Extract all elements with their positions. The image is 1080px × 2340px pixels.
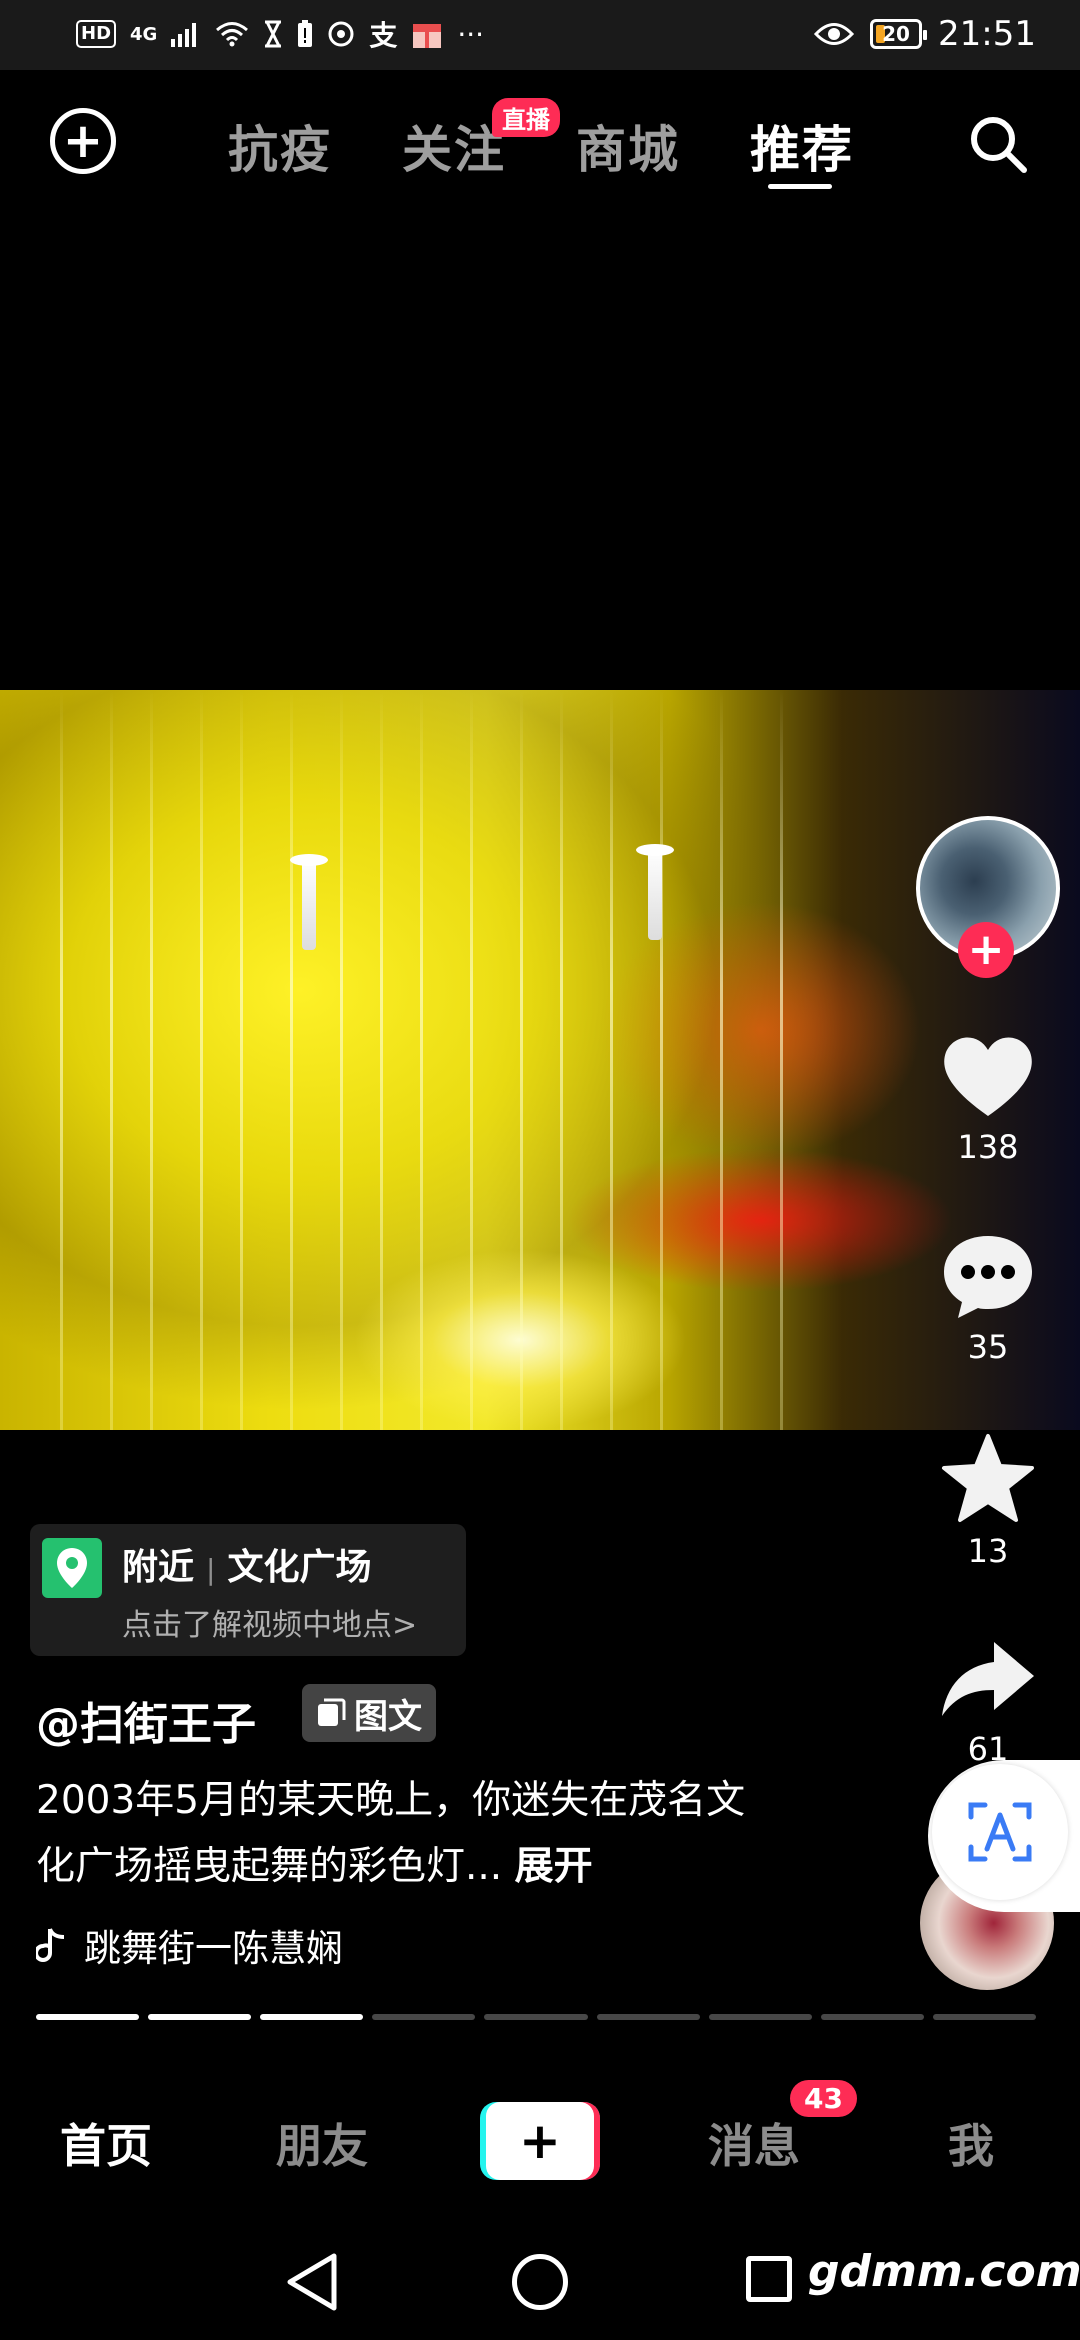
battery-alert-icon [298,20,313,47]
plus-icon: + [519,2112,561,2170]
tab-friends[interactable]: 朋友 [276,2110,368,2176]
comment-count: 35 [967,1328,1009,1366]
bottom-tab-bar: 首页 朋友 + 消息 43 我 [0,2080,1080,2200]
music-info[interactable]: 跳舞街一陈慧娴 [36,1918,343,1972]
tab-messages[interactable]: 消息 [708,2110,800,2176]
caption-text: 2003年5月的某天晚上，你迷失在茂名文化广场摇曳起舞的彩色灯... [36,1778,746,1889]
share-arrow-icon [942,1642,1034,1716]
favorite-button[interactable]: 13 [928,1432,1048,1570]
top-nav: + 抗疫 关注 直播 商城 推荐 [0,96,1080,192]
tab-me[interactable]: 我 [948,2110,994,2176]
search-icon[interactable] [966,112,1030,176]
active-tab-indicator [768,184,832,189]
tab-recommended[interactable]: 推荐 [750,110,854,182]
graphic-text-label: 图文 [354,1696,422,1737]
status-bar: HD 4G 支 ··· 20 21:51 [0,0,1080,70]
battery-icon: 20 [870,19,928,49]
progress-segment [596,2014,700,2020]
app-notification-icon [328,21,354,47]
gift-box-icon [413,24,442,48]
comment-button[interactable]: 35 [928,1230,1048,1366]
gallery-icon [318,1698,346,1726]
clock: 21:51 [938,14,1036,54]
eye-comfort-icon [814,23,855,45]
progress-segment [484,2014,588,2020]
lamp-post [636,844,674,940]
author-name[interactable]: @扫街王子 [36,1688,256,1752]
location-nearby: 附近 [122,1547,195,1588]
more-notifications-icon: ··· [457,17,485,51]
progress-segment [708,2014,812,2020]
signal-icon [171,23,197,47]
image-progress [36,2014,1036,2020]
alipay-icon: 支 [369,19,398,52]
screen-translate-button[interactable] [928,1760,1080,1912]
location-card[interactable]: 附近 | 文化广场 点击了解视频中地点> [30,1524,466,1656]
music-note-icon [36,1928,65,1962]
live-badge: 直播 [492,98,560,137]
progress-segment [820,2014,924,2020]
translate-icon [968,1802,1032,1862]
location-place: 文化广场 [227,1547,372,1588]
progress-segment [148,2014,252,2020]
location-title: 附近 | 文化广场 [122,1547,372,1588]
progress-segment [372,2014,476,2020]
tab-anti-epidemic[interactable]: 抗疫 [228,110,332,182]
hourglass-icon [265,20,282,48]
back-icon[interactable] [284,2252,340,2312]
caption[interactable]: 2003年5月的某天晚上，你迷失在茂名文化广场摇曳起舞的彩色灯... 展开 [36,1768,776,1900]
like-button[interactable]: 138 [928,1030,1048,1166]
status-left: HD 4G 支 ··· [76,14,484,54]
hd-icon: HD [76,20,117,48]
tab-following[interactable]: 关注 [402,110,506,182]
share-button[interactable]: 61 [928,1636,1048,1768]
graphic-text-tag[interactable]: 图文 [302,1684,436,1742]
location-subtitle: 点击了解视频中地点> [122,1608,418,1643]
add-circle-icon[interactable]: + [50,108,116,174]
expand-link[interactable]: 展开 [515,1844,593,1889]
location-pin-icon [42,1538,102,1598]
network-type: 4G [130,23,158,45]
video-image[interactable] [0,690,1080,1430]
comment-icon [944,1236,1032,1318]
battery-level: 20 [882,22,910,46]
like-count: 138 [957,1128,1019,1166]
recent-apps-icon[interactable] [746,2256,792,2302]
tab-home[interactable]: 首页 [60,2110,152,2176]
heart-icon [944,1037,1032,1116]
status-right: 20 21:51 [814,14,1036,54]
progress-segment [932,2014,1036,2020]
lamp-post [290,854,328,950]
watermark: gdmm.com [808,2246,1080,2297]
wifi-icon [216,22,249,47]
progress-segment [36,2014,140,2020]
create-button[interactable]: + [480,2102,600,2180]
star-icon [942,1434,1034,1522]
home-icon[interactable] [512,2254,568,2310]
music-title: 跳舞街一陈慧娴 [84,1927,343,1970]
follow-button[interactable]: + [958,922,1014,978]
messages-badge: 43 [790,2080,857,2117]
tab-mall[interactable]: 商城 [576,110,680,182]
progress-segment [260,2014,364,2020]
system-navigation-bar: gdmm.com [0,2230,1080,2340]
favorite-count: 13 [967,1532,1009,1570]
